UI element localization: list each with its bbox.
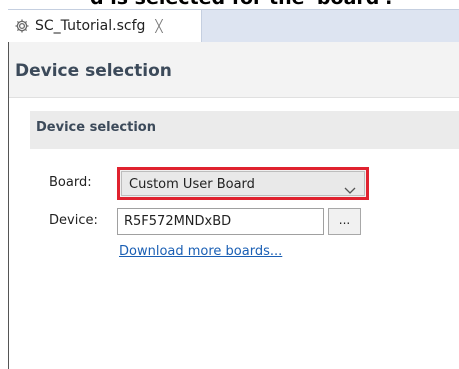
device-input[interactable]: R5F572MNDxBD — [117, 208, 324, 235]
section-header-device-selection[interactable]: Device selection — [30, 111, 459, 149]
chevron-down-icon[interactable] — [344, 180, 356, 194]
section-title: Device selection — [36, 120, 156, 135]
gear-icon — [14, 18, 30, 34]
page-title: Device selection — [15, 61, 172, 81]
tab-title: SC_Tutorial.scfg — [35, 18, 146, 34]
browse-device-button[interactable]: ... — [328, 208, 361, 235]
editor-tab-sc-tutorial[interactable]: SC_Tutorial.scfg ╳ — [8, 10, 202, 42]
caption-text: d is selected for the 'board'. — [0, 0, 459, 9]
board-label: Board: — [49, 175, 92, 190]
caption-label: d is selected for the 'board'. — [90, 0, 392, 9]
close-icon[interactable]: ╳ — [155, 20, 162, 32]
device-label: Device: — [49, 213, 98, 228]
page-header: Device selection — [9, 42, 459, 98]
board-dropdown[interactable]: Custom User Board — [117, 167, 369, 200]
board-selected-value: Custom User Board — [129, 177, 255, 192]
editor-tab-bar: SC_Tutorial.scfg ╳ — [8, 9, 459, 42]
editor-body: Device selection Device selection Board:… — [9, 42, 459, 369]
device-value: R5F572MNDxBD — [124, 214, 232, 229]
browse-button-label: ... — [338, 212, 351, 227]
board-dropdown-field[interactable]: Custom User Board — [121, 171, 365, 196]
download-more-boards-link[interactable]: Download more boards... — [119, 244, 282, 259]
